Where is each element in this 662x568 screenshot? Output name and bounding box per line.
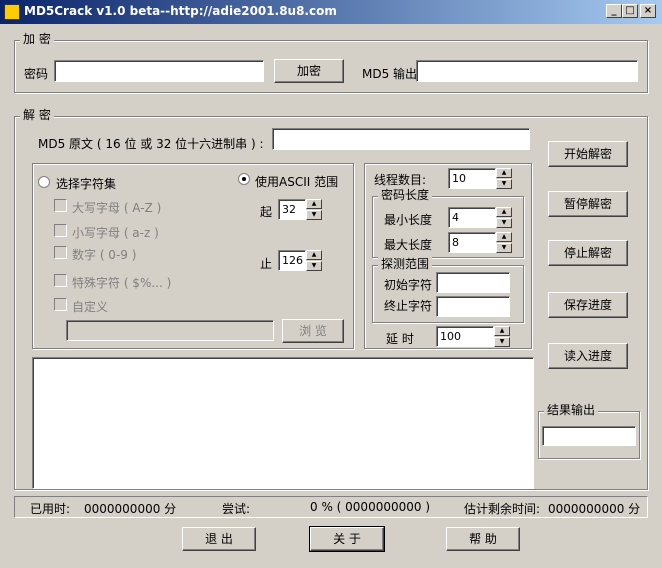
use-ascii-label: 使用ASCII 范围: [255, 175, 339, 189]
spin-down-icon[interactable]: ▼: [306, 261, 322, 271]
spin-down-icon[interactable]: ▼: [496, 218, 512, 228]
ascii-from-input[interactable]: 32: [278, 199, 306, 220]
custom-checkbox[interactable]: [54, 298, 67, 311]
spin-up-icon[interactable]: ▲: [306, 199, 322, 209]
pwlen-legend: 密码长度: [378, 188, 433, 202]
tried-label: 尝试:: [222, 502, 251, 516]
md5-source-input[interactable]: [272, 128, 530, 150]
spin-down-icon[interactable]: ▼: [306, 210, 322, 220]
remaining-value: 0000000000 分: [548, 502, 641, 516]
spin-down-icon[interactable]: ▼: [496, 243, 512, 253]
select-charset-radio[interactable]: [38, 176, 50, 188]
spin-up-icon[interactable]: ▲: [496, 207, 512, 217]
md5-output-label: MD5 输出: [362, 67, 418, 81]
load-progress-button[interactable]: 读入进度: [548, 343, 628, 369]
threads-spinner[interactable]: ▲ ▼: [496, 168, 512, 189]
result-output-field[interactable]: [542, 426, 636, 446]
use-ascii-radio[interactable]: [238, 173, 250, 185]
threads-label: 线程数目:: [374, 173, 427, 187]
delay-input[interactable]: 100: [436, 326, 494, 347]
min-length-input[interactable]: 4: [448, 207, 496, 228]
spin-up-icon[interactable]: ▲: [494, 326, 510, 336]
custom-label: 自定义: [72, 300, 109, 314]
minimize-button[interactable]: _: [606, 4, 622, 18]
end-char-label: 终止字符: [384, 299, 433, 313]
pause-decrypt-button[interactable]: 暂停解密: [548, 191, 628, 217]
spin-down-icon[interactable]: ▼: [494, 337, 510, 347]
encrypt-button[interactable]: 加密: [274, 59, 344, 83]
delay-spinner[interactable]: ▲ ▼: [494, 326, 510, 347]
end-char-input[interactable]: [436, 296, 510, 317]
start-char-input[interactable]: [436, 272, 510, 293]
uppercase-label: 大写字母 ( A-Z ): [72, 201, 162, 215]
decrypt-legend: 解 密: [20, 108, 54, 122]
md5-output-field[interactable]: [416, 60, 638, 82]
ascii-from-spinner[interactable]: ▲ ▼: [306, 199, 322, 220]
select-charset-label: 选择字符集: [56, 177, 117, 191]
password-label: 密码: [24, 67, 49, 81]
spin-up-icon[interactable]: ▲: [306, 250, 322, 260]
stop-decrypt-button[interactable]: 停止解密: [548, 240, 628, 266]
password-input[interactable]: [54, 60, 264, 82]
elapsed-label: 已用时:: [30, 502, 71, 516]
window-title: MD5Crack v1.0 beta--http://adie2001.8u8.…: [24, 4, 337, 18]
uppercase-checkbox[interactable]: [54, 199, 67, 212]
remaining-label: 估计剩余时间:: [464, 502, 541, 516]
ascii-to-label: 止: [260, 257, 273, 271]
custom-charset-field[interactable]: [66, 320, 274, 341]
browse-button[interactable]: 浏 览: [282, 319, 344, 343]
spin-up-icon[interactable]: ▲: [496, 232, 512, 242]
help-button[interactable]: 帮 助: [446, 527, 520, 551]
maximize-button[interactable]: □: [622, 4, 638, 18]
result-legend: 结果输出: [544, 403, 599, 417]
encrypt-legend: 加 密: [20, 32, 54, 46]
ascii-to-input[interactable]: 126: [278, 250, 306, 271]
elapsed-value: 0000000000 分: [84, 502, 177, 516]
special-checkbox[interactable]: [54, 274, 67, 287]
md5-source-label: MD5 原文 ( 16 位 或 32 位十六进制串 ) :: [38, 137, 264, 151]
about-button[interactable]: 关 于: [309, 526, 385, 552]
max-length-label: 最大长度: [384, 238, 433, 252]
max-length-input[interactable]: 8: [448, 232, 496, 253]
spin-down-icon[interactable]: ▼: [496, 179, 512, 189]
min-length-label: 最小长度: [384, 213, 433, 227]
start-decrypt-button[interactable]: 开始解密: [548, 141, 628, 167]
save-progress-button[interactable]: 保存进度: [548, 292, 628, 318]
special-label: 特殊字符 ( $%... ): [72, 276, 172, 290]
log-textarea[interactable]: [32, 357, 534, 489]
spin-up-icon[interactable]: ▲: [496, 168, 512, 178]
exit-button[interactable]: 退 出: [182, 527, 256, 551]
start-char-label: 初始字符: [384, 278, 433, 292]
lowercase-label: 小写字母 ( a-z ): [72, 226, 159, 240]
ascii-to-spinner[interactable]: ▲ ▼: [306, 250, 322, 271]
close-button[interactable]: ×: [640, 4, 656, 18]
threads-input[interactable]: 10: [448, 168, 496, 189]
max-length-spinner[interactable]: ▲ ▼: [496, 232, 512, 253]
probe-legend: 探测范围: [378, 257, 433, 271]
digits-label: 数字 ( 0-9 ): [72, 248, 137, 262]
min-length-spinner[interactable]: ▲ ▼: [496, 207, 512, 228]
delay-label: 延 时: [386, 332, 414, 346]
lowercase-checkbox[interactable]: [54, 224, 67, 237]
tried-value: 0 % ( 0000000000 ): [310, 500, 431, 514]
app-icon: [4, 4, 20, 20]
digits-checkbox[interactable]: [54, 246, 67, 259]
ascii-from-label: 起: [260, 205, 273, 219]
